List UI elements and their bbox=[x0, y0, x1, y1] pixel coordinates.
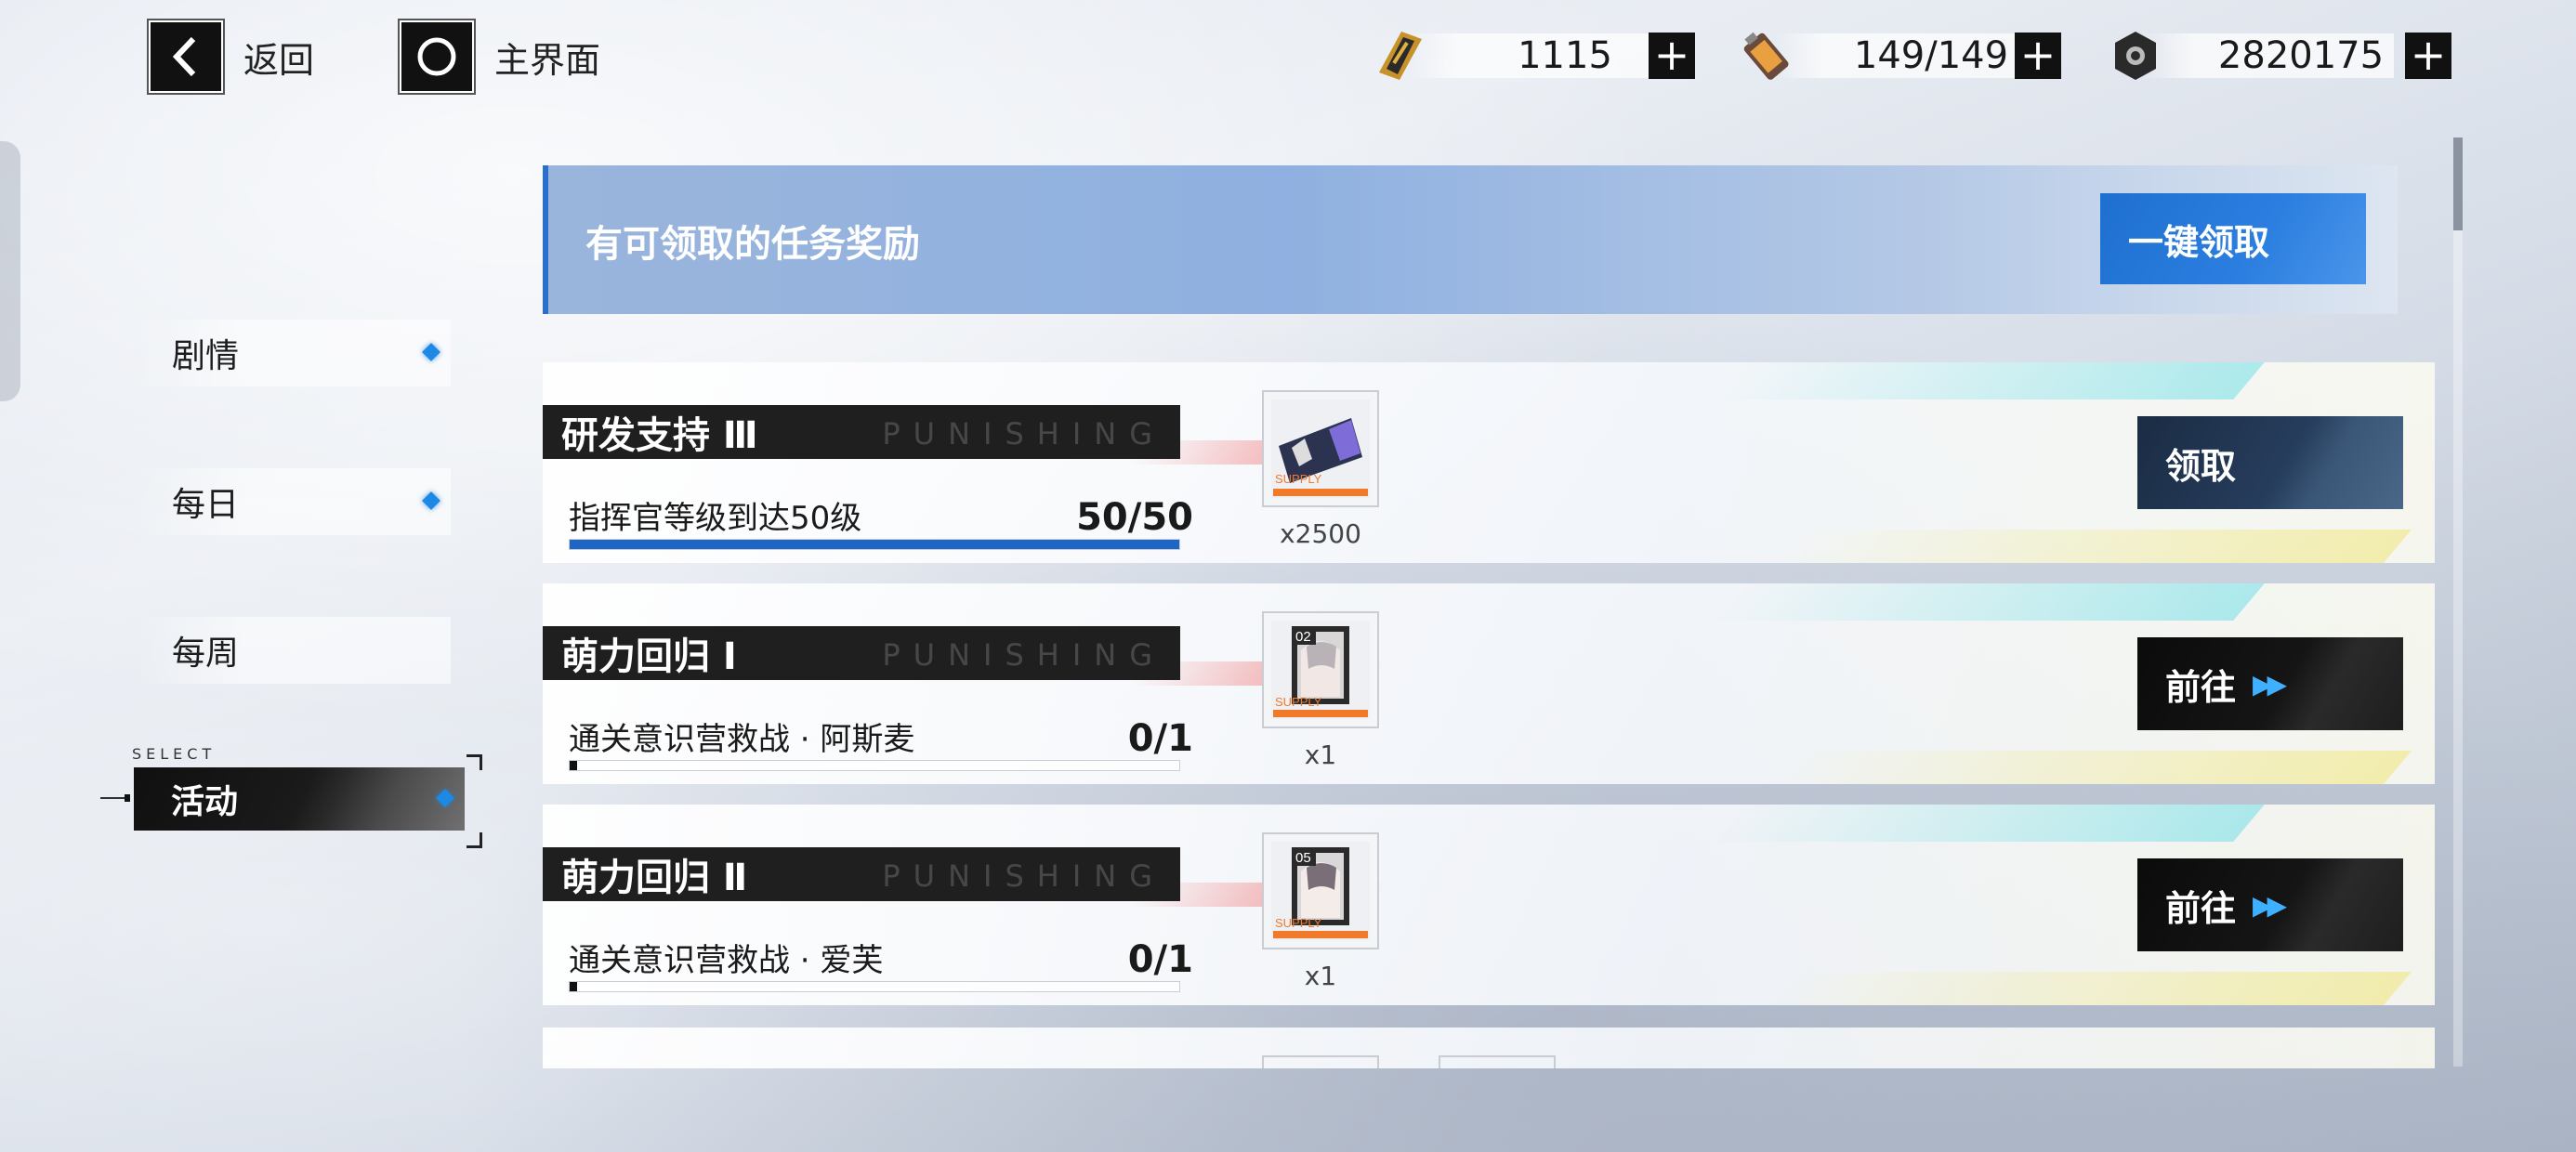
selection-bracket-bottom bbox=[467, 832, 482, 848]
sidebar-item-label: 活动 bbox=[171, 783, 239, 821]
side-drawer-handle[interactable] bbox=[0, 141, 20, 401]
notification-dot-icon bbox=[422, 491, 440, 510]
task-progress-bar bbox=[569, 539, 1180, 550]
svg-text:SUPPLY: SUPPLY bbox=[1275, 472, 1322, 486]
svg-text:SUPPLY: SUPPLY bbox=[1275, 695, 1322, 709]
add-stamina-button[interactable]: + bbox=[2015, 33, 2061, 79]
task-card: 萌力回归 Ⅰ PUNISHING 通关意识营救战 · 阿斯麦 0/1 02 SU… bbox=[543, 583, 2435, 784]
task-description: 通关意识营救战 · 爱芙 bbox=[569, 942, 884, 979]
task-progress-bar bbox=[569, 981, 1180, 992]
ticket-icon bbox=[1370, 26, 1429, 85]
task-watermark: PUNISHING bbox=[882, 637, 1165, 673]
notification-dot-icon bbox=[422, 343, 440, 361]
sidebar-item-label: 剧情 bbox=[172, 337, 240, 375]
double-arrow-icon: ▶▶ bbox=[2253, 668, 2287, 700]
resource-coin: 2820175 + bbox=[2106, 26, 2459, 85]
double-arrow-icon: ▶▶ bbox=[2253, 889, 2287, 921]
back-label: 返回 bbox=[243, 39, 315, 81]
reward-count: x1 bbox=[1304, 961, 1337, 991]
task-title: 萌力回归 Ⅰ bbox=[561, 635, 737, 678]
chevron-left-icon bbox=[147, 19, 225, 95]
notification-dot-icon bbox=[436, 789, 454, 807]
add-ticket-button[interactable]: + bbox=[1649, 33, 1695, 79]
task-watermark: PUNISHING bbox=[882, 858, 1165, 894]
sidebar-item-story[interactable]: 剧情 bbox=[135, 320, 451, 386]
task-watermark: PUNISHING bbox=[882, 416, 1165, 452]
sidebar-item-event[interactable]: 活动 bbox=[134, 767, 465, 831]
task-title: 研发支持 Ⅲ bbox=[561, 414, 758, 457]
claim-label: 领取 bbox=[2165, 445, 2237, 487]
add-coin-button[interactable]: + bbox=[2405, 33, 2451, 79]
reward-item[interactable] bbox=[1439, 1055, 1556, 1068]
battery-icon bbox=[1736, 26, 1795, 85]
go-label: 前往 bbox=[2165, 666, 2237, 708]
sidebar-item-daily[interactable]: 每日 bbox=[135, 468, 451, 535]
claim-all-button[interactable]: 一键领取 bbox=[2100, 193, 2366, 284]
task-title: 萌力回归 Ⅱ bbox=[561, 857, 748, 899]
reward-count: x2500 bbox=[1280, 518, 1361, 549]
select-tag: SELECT bbox=[132, 745, 217, 763]
task-description: 指挥官等级到达50级 bbox=[569, 500, 862, 537]
task-progress-text: 0/1 bbox=[1127, 938, 1193, 981]
home-label: 主界面 bbox=[494, 39, 601, 81]
circle-home-icon bbox=[398, 19, 476, 95]
selection-bracket-top bbox=[467, 754, 482, 770]
task-progress-fill bbox=[570, 761, 577, 770]
go-button[interactable]: 前往 ▶▶ bbox=[2137, 858, 2403, 951]
sidebar-item-label: 每日 bbox=[172, 486, 240, 524]
task-card-partial bbox=[543, 1028, 2435, 1068]
task-progress-text: 0/1 bbox=[1127, 717, 1193, 760]
resource-stamina: 149/149 + bbox=[1736, 26, 2089, 85]
memory-card-icon: 02 SUPPLY bbox=[1271, 621, 1370, 719]
task-progress-fill bbox=[570, 540, 1179, 549]
selection-marker-dot bbox=[125, 794, 130, 802]
task-title-bar: 萌力回归 Ⅰ PUNISHING bbox=[543, 626, 1180, 680]
task-progress-text: 50/50 bbox=[1076, 496, 1193, 539]
reward-item[interactable]: SUPPLY bbox=[1262, 390, 1379, 507]
task-title-bar: 萌力回归 Ⅱ PUNISHING bbox=[543, 847, 1180, 901]
home-button[interactable]: 主界面 bbox=[398, 19, 600, 95]
task-card: 萌力回归 Ⅱ PUNISHING 通关意识营救战 · 爱芙 0/1 05 SUP… bbox=[543, 805, 2435, 1005]
resource-ticket: 1115 + bbox=[1370, 26, 1723, 85]
sidebar-item-weekly[interactable]: 每周 bbox=[135, 617, 451, 684]
memory-card-icon: 05 SUPPLY bbox=[1271, 842, 1370, 940]
task-progress-bar bbox=[569, 760, 1180, 771]
resource-value: 1115 bbox=[1518, 34, 1612, 77]
selection-marker bbox=[100, 797, 125, 799]
go-button[interactable]: 前往 ▶▶ bbox=[2137, 637, 2403, 730]
svg-text:SUPPLY: SUPPLY bbox=[1275, 916, 1322, 930]
reward-banner: 有可领取的任务奖励 一键领取 bbox=[543, 165, 2398, 314]
reward-item[interactable]: 02 SUPPLY bbox=[1262, 611, 1379, 728]
svg-text:05: 05 bbox=[1295, 850, 1311, 866]
task-list-scrollbar[interactable] bbox=[2453, 137, 2463, 1067]
supply-ticket-icon: SUPPLY bbox=[1271, 399, 1370, 498]
task-progress-fill bbox=[570, 982, 577, 991]
resource-value: 2820175 bbox=[2217, 34, 2385, 77]
coin-icon bbox=[2106, 26, 2165, 85]
go-label: 前往 bbox=[2165, 887, 2237, 929]
task-title-bar: 研发支持 Ⅲ PUNISHING bbox=[543, 405, 1180, 459]
task-card: 研发支持 Ⅲ PUNISHING 指挥官等级到达50级 50/50 SUPPLY… bbox=[543, 362, 2435, 563]
claim-button[interactable]: 领取 bbox=[2137, 416, 2403, 509]
sidebar-item-label: 每周 bbox=[172, 635, 240, 673]
scrollbar-thumb[interactable] bbox=[2453, 137, 2463, 230]
reward-item[interactable]: 05 SUPPLY bbox=[1262, 832, 1379, 949]
task-description: 通关意识营救战 · 阿斯麦 bbox=[569, 721, 915, 758]
banner-title: 有可领取的任务奖励 bbox=[585, 223, 920, 266]
resource-value: 149/149 bbox=[1853, 34, 2009, 77]
reward-item[interactable] bbox=[1262, 1055, 1379, 1068]
back-button[interactable]: 返回 bbox=[147, 19, 314, 95]
reward-count: x1 bbox=[1304, 740, 1337, 770]
svg-text:02: 02 bbox=[1295, 629, 1311, 645]
